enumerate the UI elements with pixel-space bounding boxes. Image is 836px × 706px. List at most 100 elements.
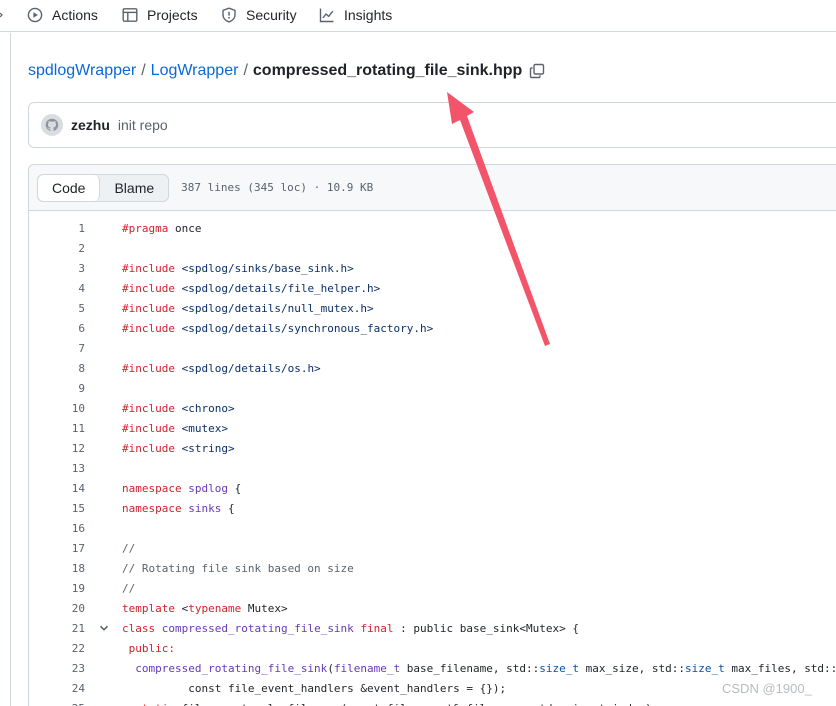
nav-item-label: Insights [344,7,393,23]
code-text: namespace spdlog { [122,482,241,495]
line-number[interactable]: 23 [29,662,85,675]
code-line: 10 #include <chrono> [29,398,836,418]
line-number[interactable]: 2 [29,242,85,255]
shield-icon [222,7,236,23]
breadcrumb-folder-link[interactable]: LogWrapper [151,62,239,80]
nav-edge-fragment [0,4,3,26]
code-text: // Rotating file sink based on size [122,562,354,575]
line-number[interactable]: 8 [29,362,85,375]
nav-item-actions[interactable]: Actions [27,4,98,26]
line-number[interactable]: 16 [29,522,85,535]
code-token: max_files, std::s [724,661,836,675]
line-number[interactable]: 18 [29,562,85,575]
avatar[interactable] [41,114,63,136]
code-line: 4 #include <spdlog/details/file_helper.h> [29,278,836,298]
code-token: <mutex> [181,421,228,435]
line-number[interactable]: 22 [29,642,85,655]
code-text: namespace sinks { [122,502,235,515]
code-line: 12 #include <string> [29,438,836,458]
code-token: #include [122,441,175,455]
code-line: 19 // [29,578,836,598]
code-line: 1 #pragma once [29,218,836,238]
code-token: base_filename, std:: [400,661,540,675]
line-number[interactable]: 1 [29,222,85,235]
code-text: #pragma once [122,222,201,235]
breadcrumb-file-name: compressed_rotating_file_sink.hpp [252,62,523,79]
line-number[interactable]: 25 [29,702,85,706]
line-number[interactable]: 19 [29,582,85,595]
code-token: <spdlog/details/null_mutex.h> [181,301,374,315]
code-token: once [168,221,202,235]
commit-message[interactable]: init repo [118,117,168,133]
breadcrumb: spdlogWrapper / LogWrapper / compressed_… [28,59,545,83]
line-number[interactable]: 4 [29,282,85,295]
code-line: 17 // [29,538,836,558]
tab-blame[interactable]: Blame [100,175,168,201]
tab-code[interactable]: Code [38,174,101,201]
code-text: static filename_t calc_filename(const fi… [122,702,658,706]
code-token: namespace [122,501,182,515]
code-token: < [174,601,189,615]
code-token: final [360,621,394,635]
line-number[interactable]: 17 [29,542,85,555]
fold-toggle[interactable] [85,622,122,634]
line-number[interactable]: 6 [29,322,85,335]
line-number[interactable]: 9 [29,382,85,395]
code-blame-toggle: Code Blame [37,173,170,202]
code-text: // [122,542,135,555]
code-line: 2 [29,238,836,258]
line-number[interactable]: 10 [29,402,85,415]
page-frame-divider [10,33,11,706]
code-token: template [122,601,175,615]
line-number[interactable]: 5 [29,302,85,315]
code-text: public: [122,642,175,655]
code-line: 21 class compressed_rotating_file_sink fi… [29,618,836,638]
code-token: // Rotating file sink based on size [122,561,354,575]
code-token: // [122,581,136,595]
line-number[interactable]: 7 [29,342,85,355]
code-token: <spdlog/details/os.h> [181,361,321,375]
line-number[interactable]: 24 [29,682,85,695]
line-number[interactable]: 14 [29,482,85,495]
line-number[interactable]: 12 [29,442,85,455]
code-token: #include [122,361,175,375]
code-line: 20 template <typename Mutex> [29,598,836,618]
code-line: 23 compressed_rotating_file_sink(filenam… [29,658,836,678]
breadcrumb-separator: / [243,62,248,79]
code-token: : public base_sink<Mutex> { [393,621,579,635]
code-line: 22 public: [29,638,836,658]
line-number[interactable]: 13 [29,462,85,475]
commit-author[interactable]: zezhu [71,117,110,133]
line-number[interactable]: 21 [29,622,85,635]
code-line: 16 [29,518,836,538]
line-number[interactable]: 15 [29,502,85,515]
graph-icon [319,8,334,23]
copy-icon[interactable] [529,63,545,79]
code-text: const file_event_handlers &event_handler… [122,682,506,695]
code-text: #include <chrono> [122,402,235,415]
nav-item-security[interactable]: Security [221,4,297,26]
line-number[interactable]: 20 [29,602,85,615]
code-token: compressed_rotating_file_sink [161,621,354,635]
code-token: { [221,501,235,515]
line-number[interactable]: 11 [29,422,85,435]
code-token: Mutex> [241,601,288,615]
code-token: size_t [684,661,725,675]
code-token: max_size, std:: [579,661,685,675]
code-token: static [135,702,175,706]
nav-item-projects[interactable]: Projects [122,4,198,26]
code-listing: 1 #pragma once 2 3 #include <spdlog/sinks/ba… [29,211,836,706]
code-line: 14 namespace spdlog { [29,478,836,498]
code-token: public: [128,641,175,655]
breadcrumb-repo-link[interactable]: spdlogWrapper [28,62,136,80]
code-line: 6 #include <spdlog/details/synchronous_fa… [29,318,836,338]
nav-item-insights[interactable]: Insights [319,4,392,26]
code-line: 11 #include <mutex> [29,418,836,438]
line-number[interactable]: 3 [29,262,85,275]
code-token: typename [188,601,242,615]
